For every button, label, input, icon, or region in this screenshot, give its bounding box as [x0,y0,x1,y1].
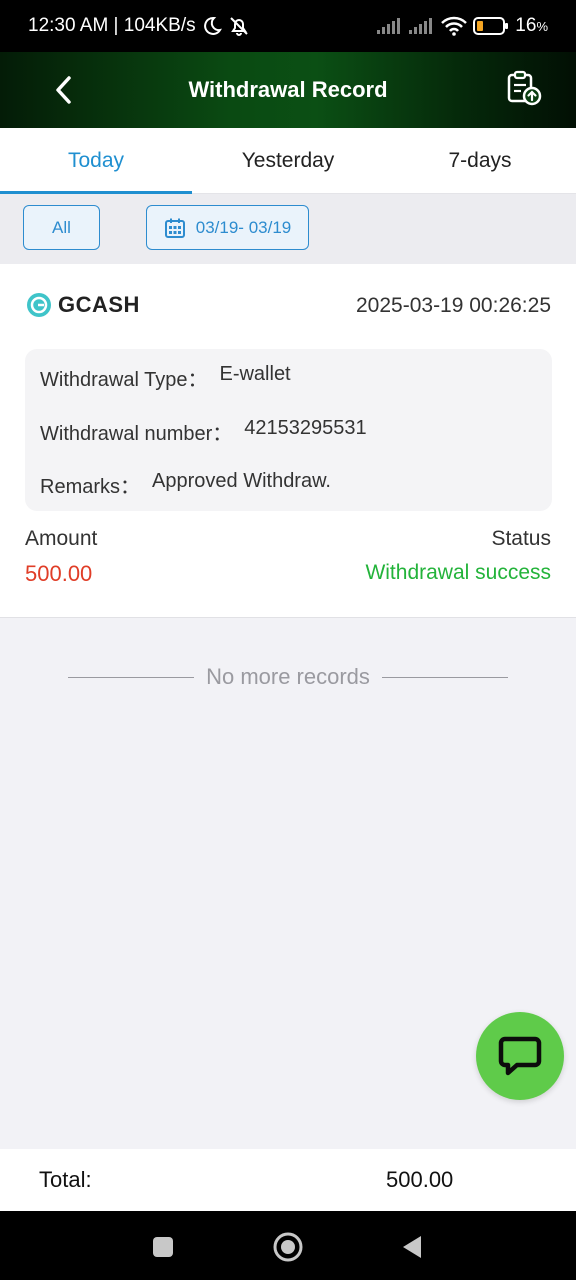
list-end-indicator: No more records [68,660,508,694]
signal-icon [377,18,403,34]
page-title: Withdrawal Record [188,77,388,102]
calendar-icon [164,218,185,238]
status-label: Status [491,527,551,550]
back-nav-button[interactable] [394,1229,430,1265]
remarks-row: Remarks： Approved Withdraw. [40,470,331,499]
withdrawal-record-card[interactable]: GCASH 2025-03-19 00:26:25 Withdrawal Typ… [0,264,576,618]
app-header: Withdrawal Record [0,52,576,128]
status-value: Withdrawal success [365,561,551,584]
home-circle-icon [273,1232,303,1262]
divider-right [381,676,508,678]
divider-left [68,676,195,678]
withdrawal-number-label: Withdrawal number： [40,423,233,445]
triangle-back-icon [403,1236,421,1258]
withdrawal-type-row: Withdrawal Type： E-wallet [40,363,291,392]
remarks-label: Remarks： [40,476,141,498]
total-label: Total: [39,1167,92,1192]
bell-off-icon [228,15,250,37]
remarks-value: Approved Withdraw. [152,470,331,492]
date-tabs: Today Yesterday 7-days [0,128,576,194]
status-time-speed: 12:30 AM | 104KB/s [28,15,196,36]
tab-7-days[interactable]: 7-days [384,128,576,193]
recents-button[interactable] [145,1229,181,1265]
withdrawal-type-value: E-wallet [219,363,291,385]
moon-icon [202,16,222,36]
record-datetime: 2025-03-19 00:26:25 [356,294,551,317]
date-range-button[interactable]: 03/19- 03/19 [146,205,309,250]
total-value: 500.00 [386,1167,454,1192]
chevron-left-icon [56,76,71,104]
signal-icon-2 [409,18,435,34]
live-chat-button[interactable] [476,1012,564,1100]
total-bar: Total: 500.00 [0,1149,576,1211]
battery-percent: 16% [515,15,548,36]
home-button[interactable] [270,1229,306,1265]
clipboard-upload-icon [507,70,542,106]
amount-label: Amount [25,527,98,550]
tab-today[interactable]: Today [0,128,192,194]
square-icon [153,1237,173,1257]
amount-value: 500.00 [25,561,93,586]
date-range-label: 03/19- 03/19 [195,217,292,237]
payment-channel: GCASH [26,292,140,318]
back-button[interactable] [46,72,82,108]
gcash-logo-icon [27,293,51,317]
export-record-button[interactable] [504,68,544,108]
system-nav-bar [0,1211,576,1280]
withdrawal-number-value: 42153295531 [244,417,367,439]
filter-bar: All 03/19- 03/19 [0,194,576,264]
battery-icon [473,17,509,35]
tab-yesterday[interactable]: Yesterday [192,128,384,193]
list-end-text: No more records [206,664,370,689]
record-details: Withdrawal Type： E-wallet Withdrawal num… [25,349,552,511]
channel-name: GCASH [58,292,140,317]
status-bar: 12:30 AM | 104KB/s 16% [0,0,576,52]
withdrawal-number-row: Withdrawal number： 42153295531 [40,417,367,446]
wifi-icon [441,16,468,36]
chat-bubble-icon [498,1036,542,1076]
filter-all-button[interactable]: All [23,205,100,250]
withdrawal-type-label: Withdrawal Type： [40,369,208,391]
